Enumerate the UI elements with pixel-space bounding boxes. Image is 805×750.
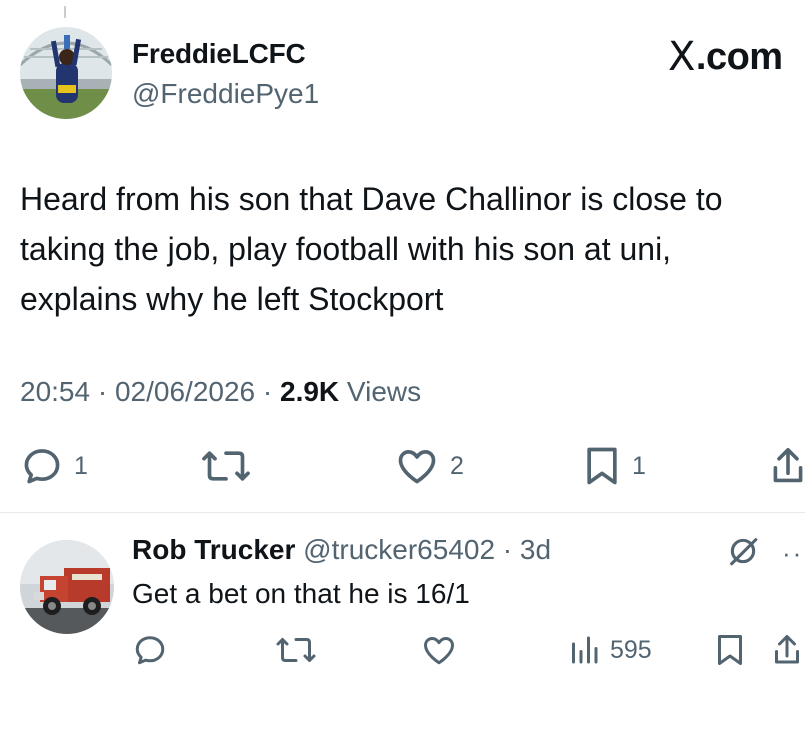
reply-handle[interactable]: @trucker65402 (303, 534, 495, 565)
more-icon[interactable]: ·· (782, 538, 803, 569)
tweet-text-line: Heard from his son that Dave Challinor i… (20, 181, 723, 217)
bookmark-count: 1 (632, 451, 646, 480)
tweet-text-line: explains why he left Stockport (20, 281, 444, 317)
views-count: 595 (610, 635, 652, 664)
reply-text: Get a bet on that he is 16/1 (132, 578, 470, 609)
tweet-text-line: taking the job, play football with his s… (20, 231, 672, 267)
bookmark-icon (718, 635, 742, 665)
tweet-screenshot: FreddieLCFC @FreddiePye1 X .com Heard fr… (0, 0, 805, 750)
share-icon (773, 447, 803, 483)
reply-views-button[interactable]: 595 (568, 628, 652, 672)
brand-label: .com (695, 35, 783, 78)
views-label: Views (339, 376, 422, 407)
analytics-icon (572, 636, 598, 664)
meta-separator: · (90, 376, 115, 407)
reply-reply-button[interactable] (132, 628, 168, 672)
thread-line (64, 6, 66, 18)
author-display-name[interactable]: FreddieLCFC (132, 38, 306, 70)
reply-button[interactable]: 1 (20, 442, 88, 490)
divider (0, 512, 805, 513)
reply-share-button[interactable] (772, 628, 802, 672)
tweet-text: Heard from his son that Dave Challinor i… (20, 174, 805, 324)
reply-action-bar: 595 (0, 628, 805, 672)
bookmark-icon (587, 447, 617, 485)
bookmark-button[interactable]: 1 (582, 442, 646, 490)
reply-display-name[interactable]: Rob Trucker (132, 534, 295, 565)
tweet-time[interactable]: 20:54 (20, 376, 90, 407)
retweet-button[interactable] (200, 442, 252, 490)
reply-retweet-button[interactable] (274, 628, 318, 672)
like-button[interactable]: 2 (394, 442, 464, 490)
grok-button[interactable] (726, 534, 760, 573)
grok-icon (730, 538, 758, 566)
share-icon (775, 635, 799, 664)
meta-separator: · (495, 534, 520, 565)
author-avatar[interactable] (20, 27, 112, 119)
profile-photo-image (20, 27, 112, 119)
heart-icon (424, 636, 454, 665)
comment-icon (135, 636, 165, 665)
reply-header: Rob Trucker @trucker65402 · 3d (132, 534, 551, 566)
reply-avatar[interactable] (20, 540, 114, 634)
views-count: 2.9K (280, 376, 340, 407)
comment-icon (24, 449, 60, 484)
share-button[interactable] (770, 442, 805, 490)
reply-count: 1 (74, 451, 88, 480)
retweet-icon (276, 638, 316, 662)
like-count: 2 (450, 451, 464, 480)
retweet-icon (202, 451, 250, 481)
heart-icon (398, 450, 436, 484)
x-com-logo: X .com (668, 34, 783, 80)
meta-separator: · (255, 376, 280, 407)
tweet-date[interactable]: 02/06/2026 (115, 376, 255, 407)
reply-bookmark-button[interactable] (714, 628, 746, 672)
reply-time[interactable]: 3d (520, 534, 551, 565)
x-logo-icon: X (668, 34, 695, 80)
truck-photo-image (20, 540, 114, 634)
reply-like-button[interactable] (420, 628, 458, 672)
tweet-action-bar: 1 2 1 (0, 442, 805, 490)
author-handle[interactable]: @FreddiePye1 (132, 78, 319, 110)
tweet-meta: 20:54 · 02/06/2026 · 2.9K Views (20, 376, 421, 408)
